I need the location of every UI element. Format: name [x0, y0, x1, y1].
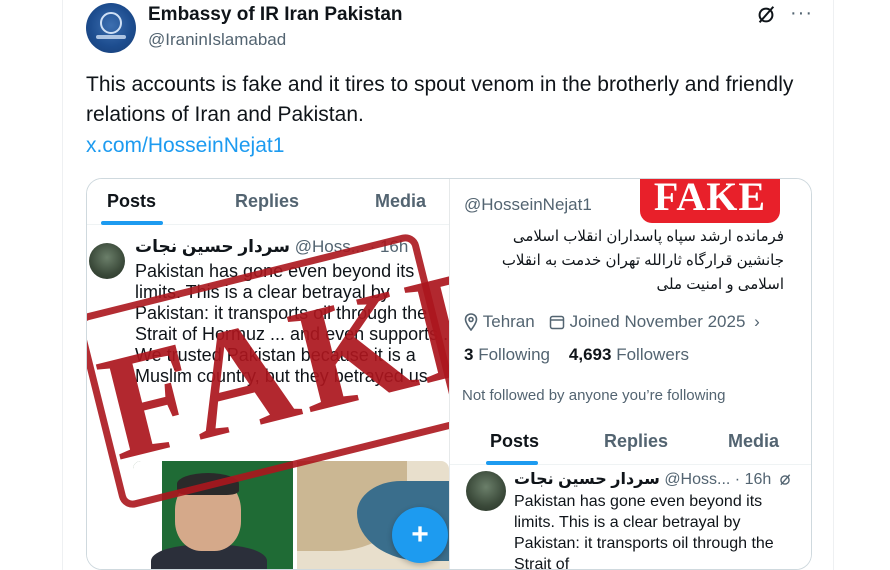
followers-count[interactable]: 4,693 [569, 345, 612, 364]
tweet-text: This accounts is fake and it tires to sp… [86, 73, 794, 126]
tab-posts-right[interactable]: Posts [490, 431, 539, 452]
follow-stats: 3 Following 4,693 Followers [464, 345, 689, 365]
embassy-avatar[interactable] [86, 3, 136, 53]
chevron-right-icon[interactable]: › [754, 312, 760, 332]
post-avatar[interactable] [89, 243, 125, 279]
following-label[interactable]: Following [478, 345, 550, 364]
fake-badge: FAKE [640, 179, 780, 223]
compose-button[interactable]: + [392, 507, 448, 563]
post-avatar-right[interactable] [466, 471, 506, 511]
display-name[interactable]: Embassy of IR Iran Pakistan [148, 4, 403, 26]
profile-joined: Joined November 2025 [569, 311, 746, 331]
left-tabs: Posts Replies Media [87, 179, 449, 225]
right-tabs: Posts Replies Media [450, 419, 811, 465]
right-screenshot: FAKE @HosseinNejat1 فرمانده ارشد سپاه پا… [449, 179, 811, 570]
left-screenshot: Posts Replies Media سردار حسین نجات @Hos… [87, 179, 449, 569]
profile-location: Tehran [482, 311, 535, 331]
following-count[interactable]: 3 [464, 345, 473, 364]
tab-media[interactable]: Media [375, 191, 426, 212]
emblem-icon [100, 12, 122, 34]
more-icon[interactable]: ··· [790, 3, 813, 23]
post-header-right: سردار حسین نجات @Hoss... · 16h [514, 469, 792, 489]
tab-posts[interactable]: Posts [107, 191, 156, 212]
grok-icon-small[interactable] [778, 473, 792, 487]
followers-label[interactable]: Followers [616, 345, 689, 364]
grok-icon[interactable] [755, 4, 777, 26]
post-text-right: Pakistan has gone even beyond its limits… [514, 493, 774, 570]
not-followed-note: Not followed by anyone you’re following [462, 387, 726, 404]
embedded-screenshot[interactable]: Posts Replies Media سردار حسین نجات @Hos… [86, 178, 812, 570]
user-handle[interactable]: @IraninIslamabad [148, 30, 286, 50]
tab-replies[interactable]: Replies [235, 191, 299, 212]
profile-meta: Tehran Joined November 2025 › [464, 311, 760, 332]
tab-replies-right[interactable]: Replies [604, 431, 668, 452]
tweet-link[interactable]: x.com/HosseinNejat1 [86, 134, 284, 158]
location-icon [464, 312, 478, 331]
profile-bio: فرمانده ارشد سپاه پاسداران انقلاب اسلامی… [501, 228, 784, 293]
profile-handle: @HosseinNejat1 [464, 195, 592, 214]
calendar-icon [549, 315, 565, 329]
tab-media-right[interactable]: Media [728, 431, 779, 452]
